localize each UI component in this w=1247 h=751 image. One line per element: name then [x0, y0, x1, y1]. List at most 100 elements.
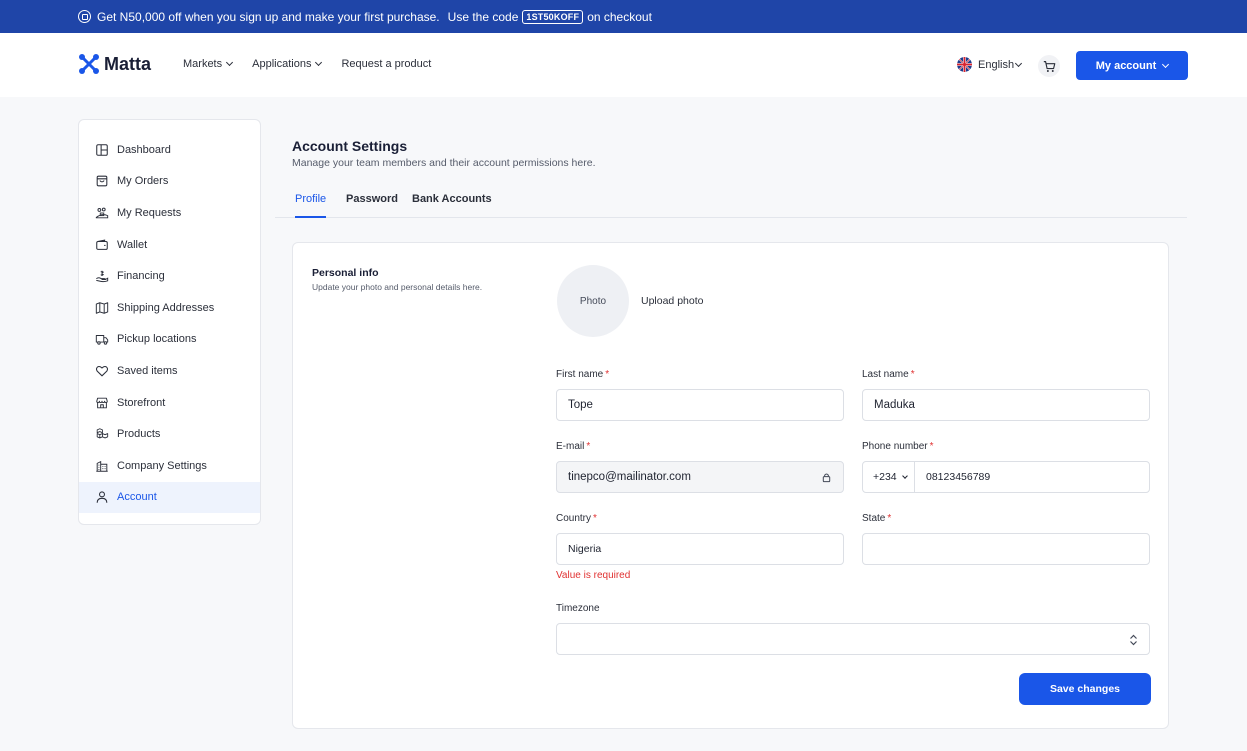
tab-profile[interactable]: Profile: [295, 193, 327, 218]
brand-name: Matta: [104, 53, 152, 74]
required-marker: *: [910, 369, 915, 380]
section-title: Personal info: [312, 267, 379, 279]
sidebar-item-label: Pickup locations: [117, 333, 197, 346]
tab-password[interactable]: Password: [346, 193, 398, 218]
country-code-value: +234: [873, 471, 897, 483]
promo-text: Get N50,000 off when you sign up and mak…: [97, 9, 440, 24]
avatar-placeholder: Photo: [579, 295, 607, 307]
sidebar-item-label: My Orders: [117, 175, 169, 188]
profile-form-card: Personal info Update your photo and pers…: [292, 242, 1169, 729]
required-marker: *: [586, 441, 591, 452]
boxes-icon: [96, 428, 109, 439]
sidebar-item-wallet[interactable]: Wallet: [79, 229, 260, 261]
country-code-select[interactable]: +234: [863, 462, 915, 492]
nav-markets-label: Markets: [183, 58, 223, 70]
chevron-down-icon: [901, 472, 908, 479]
sidebar-item-label: Account: [117, 491, 157, 504]
nav-applications[interactable]: Applications: [252, 58, 323, 70]
save-changes-button[interactable]: Save changes: [1019, 673, 1151, 705]
required-marker: *: [605, 369, 610, 380]
email-field[interactable]: tinepco@mailinator.com: [556, 461, 844, 493]
language-selector[interactable]: English: [957, 57, 1023, 72]
sidebar-item-financing[interactable]: Financing: [79, 260, 260, 292]
updown-chevron-icon: [1130, 634, 1137, 646]
sidebar-item-shipping-addresses[interactable]: Shipping Addresses: [79, 292, 260, 324]
phone-input[interactable]: 08123456789: [915, 471, 990, 483]
my-account-button[interactable]: My account: [1076, 51, 1188, 80]
sidebar-item-my-orders[interactable]: My Orders: [79, 166, 260, 198]
state-label: State *: [862, 513, 892, 524]
orders-icon: [96, 176, 108, 187]
language-label: English: [978, 58, 1015, 71]
wallet-icon: [96, 239, 108, 250]
uk-flag-icon: [957, 57, 972, 72]
timezone-select[interactable]: [556, 623, 1150, 655]
truck-icon: [95, 335, 109, 346]
sidebar-item-my-requests[interactable]: My Requests: [79, 197, 260, 229]
sidebar-item-label: Dashboard: [117, 143, 171, 156]
email-label: E-mail *: [556, 441, 591, 452]
chevron-down-icon: [226, 58, 234, 67]
sidebar-item-label: Saved items: [117, 364, 178, 377]
sidebar-item-label: Products: [117, 428, 161, 441]
phone-label: Phone number *: [862, 441, 934, 452]
lock-icon: [822, 473, 831, 483]
account-sidebar: Dashboard My Orders My Requests Wallet F…: [78, 119, 261, 525]
sidebar-item-label: My Requests: [117, 206, 182, 219]
tab-bank-accounts[interactable]: Bank Accounts: [412, 193, 492, 218]
sidebar-item-label: Storefront: [117, 396, 166, 409]
sidebar-item-label: Shipping Addresses: [117, 301, 215, 314]
first-name-label: First name *: [556, 369, 610, 380]
required-marker: *: [929, 441, 934, 452]
country-field[interactable]: Nigeria: [556, 533, 844, 565]
main-content: Account Settings Manage your team member…: [275, 119, 1187, 751]
map-icon: [95, 302, 109, 314]
upload-photo-link[interactable]: Upload photo: [641, 295, 703, 307]
store-icon: [96, 397, 108, 408]
user-icon: [96, 491, 108, 504]
top-navigation: Matta Markets Applications Request a pro…: [0, 33, 1247, 97]
chevron-down-icon: [1015, 59, 1023, 67]
settings-tabs: Profile Password Bank Accounts: [275, 189, 1187, 218]
nav-request-product[interactable]: Request a product: [341, 58, 431, 70]
section-description: Update your photo and personal details h…: [312, 282, 483, 292]
last-name-label: Last name *: [862, 369, 915, 380]
sidebar-item-saved-items[interactable]: Saved items: [79, 355, 260, 387]
heart-icon: [95, 365, 109, 377]
matta-logo-icon: [79, 54, 99, 74]
first-name-value: Tope: [568, 399, 593, 411]
cart-button[interactable]: [1038, 55, 1060, 77]
required-marker: *: [887, 513, 892, 524]
sidebar-item-company-settings[interactable]: Company Settings: [79, 450, 260, 482]
country-error-message: Value is required: [556, 570, 631, 581]
last-name-value: Maduka: [874, 399, 915, 411]
sidebar-item-storefront[interactable]: Storefront: [79, 387, 260, 419]
sidebar-item-label: Financing: [117, 270, 165, 283]
nav-applications-label: Applications: [252, 58, 312, 70]
dashboard-icon: [96, 144, 108, 156]
email-value: tinepco@mailinator.com: [568, 471, 691, 483]
sidebar-item-dashboard[interactable]: Dashboard: [79, 134, 260, 166]
promo-after: on checkout: [587, 9, 652, 24]
phone-value: 08123456789: [926, 471, 991, 483]
gift-icon: [78, 10, 91, 23]
chevron-down-icon: [1162, 60, 1170, 68]
sidebar-item-label: Company Settings: [117, 459, 207, 472]
state-field[interactable]: [862, 533, 1150, 565]
my-account-label: My account: [1095, 59, 1157, 72]
cart-icon: [1043, 60, 1055, 72]
page-title: Account Settings: [292, 138, 408, 154]
required-marker: *: [593, 513, 597, 524]
country-label: Country *: [556, 513, 597, 524]
avatar[interactable]: Photo: [557, 265, 629, 337]
sidebar-item-account[interactable]: Account: [79, 481, 260, 514]
sidebar-item-products[interactable]: Products: [79, 418, 260, 450]
brand-logo[interactable]: Matta: [78, 53, 151, 75]
nav-request-label: Request a product: [341, 58, 432, 70]
last-name-field[interactable]: Maduka: [862, 389, 1150, 421]
first-name-field[interactable]: Tope: [556, 389, 844, 421]
chevron-down-icon: [315, 58, 323, 67]
nav-markets[interactable]: Markets: [183, 58, 234, 70]
sidebar-item-pickup-locations[interactable]: Pickup locations: [79, 324, 260, 356]
sidebar-item-label: Wallet: [117, 238, 148, 251]
